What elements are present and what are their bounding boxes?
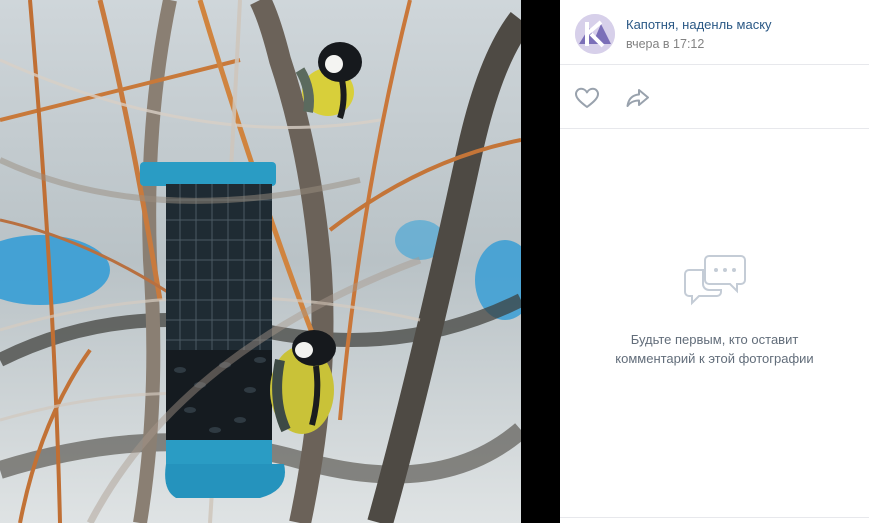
avatar-image <box>575 14 615 54</box>
photo-owner-block: Капотня, наденль маску вчера в 17:12 <box>560 0 869 65</box>
comment-bubble-icon <box>683 250 747 310</box>
photo-image <box>0 0 521 523</box>
comments-area: Будьте первым, кто оставит комментарий к… <box>560 129 869 518</box>
photo-viewer: Капотня, наденль маску вчера в 17:12 Буд… <box>0 0 869 523</box>
heart-icon <box>575 87 599 108</box>
photo-actions <box>560 65 869 129</box>
info-sidebar: Капотня, наденль маску вчера в 17:12 Буд… <box>560 0 869 523</box>
owner-avatar[interactable] <box>575 14 615 54</box>
like-button[interactable] <box>573 84 601 112</box>
photo-date: вчера в 17:12 <box>626 37 705 51</box>
share-button[interactable] <box>624 84 652 112</box>
empty-comments-line1: Будьте первым, кто оставит <box>630 332 799 347</box>
divider <box>560 517 869 518</box>
empty-comments-line2: комментарий к этой фотографии <box>615 351 814 366</box>
empty-comments-text: Будьте первым, кто оставит комментарий к… <box>560 330 869 368</box>
photo-area[interactable] <box>0 0 560 523</box>
photo[interactable] <box>0 0 521 523</box>
owner-name-link[interactable]: Капотня, наденль маску <box>626 17 772 32</box>
share-arrow-icon <box>626 89 649 107</box>
